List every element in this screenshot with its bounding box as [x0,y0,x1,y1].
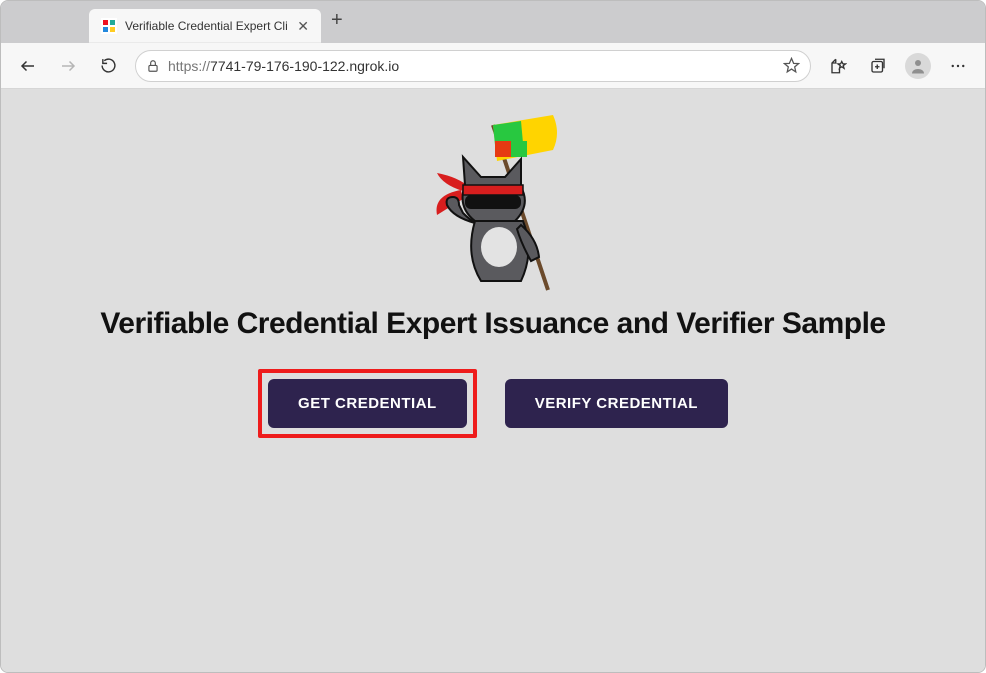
button-row: GET CREDENTIAL VERIFY CREDENTIAL [258,369,728,438]
site-lock-icon[interactable] [146,59,160,73]
page-viewport: Verifiable Credential Expert Issuance an… [1,89,985,672]
tab-close-icon[interactable]: ✕ [297,18,309,35]
refresh-button[interactable] [95,53,121,79]
verify-credential-button[interactable]: VERIFY CREDENTIAL [505,379,728,428]
new-tab-button[interactable]: + [331,9,343,36]
more-button[interactable] [945,53,971,79]
avatar-icon [905,53,931,79]
favicon-icon [101,18,117,34]
page-title: Verifiable Credential Expert Issuance an… [100,305,885,343]
tab-strip: Verifiable Credential Expert Cli ✕ + [1,1,985,43]
add-favorite-icon[interactable] [783,57,800,74]
profile-button[interactable] [905,53,931,79]
favorites-button[interactable] [825,53,851,79]
url-host: 7741-79-176-190-122.ngrok.io [210,58,399,74]
get-credential-highlight: GET CREDENTIAL [258,369,477,438]
forward-button[interactable] [55,53,81,79]
back-button[interactable] [15,53,41,79]
browser-window: Verifiable Credential Expert Cli ✕ + htt… [0,0,986,673]
url-scheme: https:// [168,58,210,74]
url-text[interactable]: https://7741-79-176-190-122.ngrok.io [168,58,775,74]
toolbar: https://7741-79-176-190-122.ngrok.io [1,43,985,89]
tab-title: Verifiable Credential Expert Cli [125,19,289,33]
ninja-cat-hero-icon [403,95,583,295]
address-bar[interactable]: https://7741-79-176-190-122.ngrok.io [135,50,811,82]
get-credential-button[interactable]: GET CREDENTIAL [268,379,467,428]
collections-button[interactable] [865,53,891,79]
browser-tab[interactable]: Verifiable Credential Expert Cli ✕ [89,9,321,43]
page-content: Verifiable Credential Expert Issuance an… [1,89,985,438]
